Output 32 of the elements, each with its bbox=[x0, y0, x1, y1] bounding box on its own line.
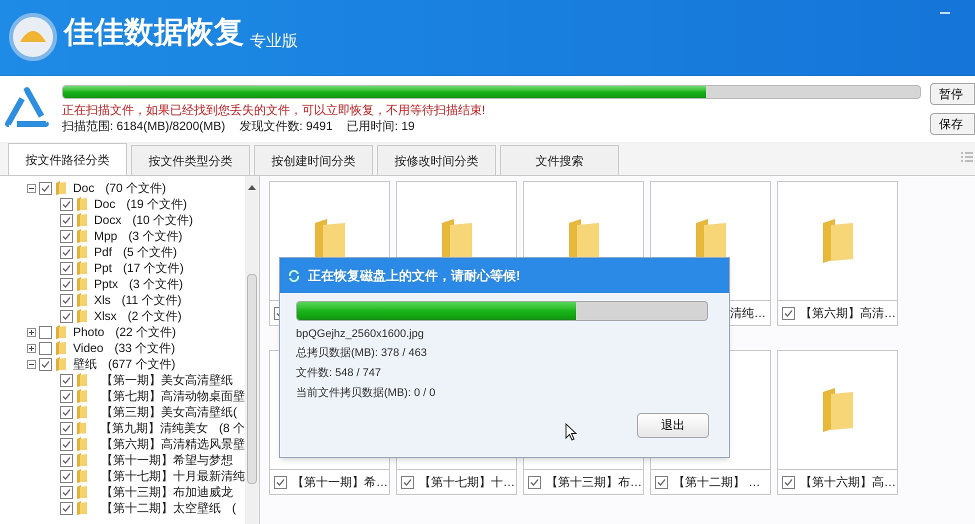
scan-message: 正在扫描文件，如果已经找到您丢失的文件，可以立即恢复，不用等待扫描结束! bbox=[62, 102, 486, 118]
file-count: (19 个文件) bbox=[126, 196, 188, 213]
folder-caption: 【第十二期】 … bbox=[673, 474, 760, 491]
file-count: (5 个文件) bbox=[123, 244, 178, 261]
file-count: (70 个文件) bbox=[105, 180, 166, 197]
folder-caption: 【第六期】高清… bbox=[800, 305, 896, 322]
file-count: (17 个文件) bbox=[123, 260, 184, 277]
file-count: (3 个文件) bbox=[129, 276, 184, 293]
found-count: 发现文件数: 9491 bbox=[239, 118, 333, 134]
file-count: (8 个 bbox=[218, 420, 245, 437]
file-count: (33 个文件) bbox=[114, 340, 176, 357]
copy-stat: 总拷贝数据(MB): 378 / 463 bbox=[296, 346, 428, 361]
file-count: (3 个文件) bbox=[128, 228, 182, 245]
folder-caption: 【第十一期】希… bbox=[292, 474, 388, 491]
folder-caption: 【第十六期】高… bbox=[800, 474, 896, 491]
dialog-title: 正在恢复磁盘上的文件，请耐心等候! bbox=[308, 266, 520, 285]
copy-stat: 当前文件拷贝数据(MB): 0 / 0 bbox=[296, 386, 436, 401]
file-name: bpQGejhz_2560x1600.jpg bbox=[296, 327, 425, 342]
file-count: (2 个文件) bbox=[128, 308, 182, 325]
folder-caption: 【第十三期】布… bbox=[546, 474, 642, 491]
file-count: (677 个文件) bbox=[108, 356, 176, 373]
edition-label: 专业版 bbox=[250, 32, 298, 52]
file-count: (10 个文件) bbox=[132, 212, 194, 229]
copy-stat: 文件数: 548 / 747 bbox=[296, 366, 382, 381]
app-title: 佳佳数据恢复 bbox=[64, 18, 244, 48]
scan-range: 扫描范围: 6184(MB)/8200(MB) bbox=[62, 118, 226, 134]
file-count: ( bbox=[232, 500, 236, 517]
file-count: (11 个文件) bbox=[122, 292, 182, 309]
file-count: (22 个文件) bbox=[115, 324, 176, 341]
folder-caption: 【第十七期】十… bbox=[419, 474, 515, 491]
elapsed-time: 已用时间: 19 bbox=[346, 118, 415, 134]
folder-caption: 清纯… bbox=[730, 305, 766, 322]
